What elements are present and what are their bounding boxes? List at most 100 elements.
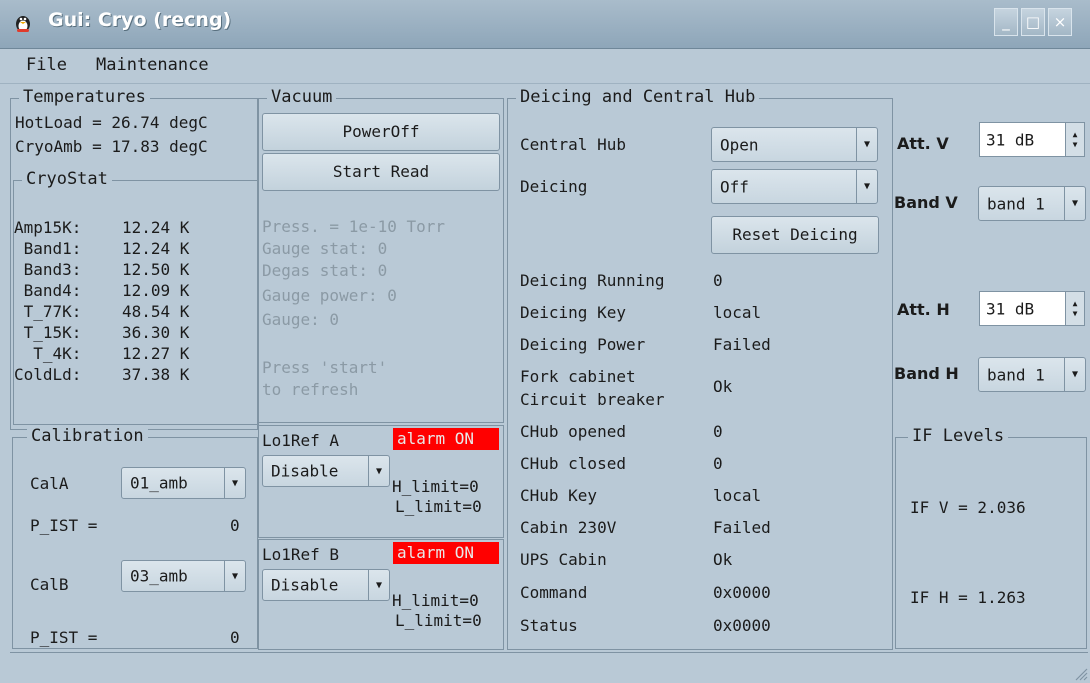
window-title: Gui: Cryo (recng): [48, 9, 232, 31]
ups-cabin-label: UPS Cabin: [520, 550, 607, 569]
chevron-down-icon: ▼: [224, 468, 245, 498]
status-bar-divider: [10, 652, 1088, 653]
lo1ref-a-label: Lo1Ref A: [262, 431, 340, 450]
cryostat-value: 12.50 K: [122, 260, 190, 279]
status-value: 0x0000: [713, 616, 771, 635]
cryostat-label: T_15K:: [14, 323, 82, 342]
chevron-down-icon: ▼: [368, 570, 389, 600]
deicing-power-value: Failed: [713, 335, 771, 354]
lo1ref-a-alarm-badge: alarm ON: [393, 428, 499, 450]
central-hub-value: Open: [720, 135, 759, 154]
menu-maintenance[interactable]: Maintenance: [96, 55, 209, 75]
cryostat-value: 12.27 K: [122, 344, 190, 363]
power-off-button[interactable]: PowerOff: [262, 113, 500, 151]
if-levels-title: IF Levels: [908, 426, 1009, 446]
chevron-down-icon: ▼: [856, 170, 877, 203]
lo1ref-b-mode-select[interactable]: Disable ▼: [262, 569, 390, 601]
vacuum-title: Vacuum: [267, 87, 337, 107]
central-hub-label: Central Hub: [520, 135, 626, 154]
app-penguin-icon: [16, 16, 30, 32]
fork-cabinet-value: Ok: [713, 377, 733, 396]
att-v-value: 31 dB: [986, 130, 1035, 149]
cal-a-select[interactable]: 01_amb ▼: [121, 467, 246, 499]
band-h-value: band 1: [987, 365, 1045, 384]
band-v-label: Band V: [894, 193, 958, 212]
lo1ref-b-mode-value: Disable: [271, 575, 339, 595]
menu-file[interactable]: File: [26, 55, 67, 75]
if-levels-group: IF Levels: [895, 426, 1087, 649]
central-hub-select[interactable]: Open ▼: [711, 127, 878, 162]
att-h-value: 31 dB: [986, 299, 1035, 318]
att-h-label: Att. H: [897, 300, 950, 319]
pressure-readout: Press. = 1e-10 Torr: [262, 217, 446, 236]
close-button[interactable]: ×: [1048, 8, 1072, 36]
hotload-readout: HotLoad = 26.74 degC: [15, 113, 208, 132]
p-ist-a-label: P_IST =: [30, 516, 98, 535]
cal-b-select[interactable]: 03_amb ▼: [121, 560, 246, 592]
cabin-230v-label: Cabin 230V: [520, 518, 617, 537]
cal-a-label: CalA: [30, 474, 69, 493]
spin-arrows-icon[interactable]: ▲ ▼: [1065, 292, 1084, 325]
command-value: 0x0000: [713, 583, 771, 602]
chub-key-label: CHub Key: [520, 486, 598, 505]
cryostat-label: ColdLd:: [14, 365, 82, 384]
gauge-power-readout: Gauge power: 0: [262, 286, 397, 305]
cryostat-label: Band1:: [14, 239, 82, 258]
lo1ref-a-l-limit: L_limit=0: [395, 497, 482, 516]
cryostat-value: 48.54 K: [122, 302, 190, 321]
deicing-running-label: Deicing Running: [520, 271, 665, 290]
lo1ref-b-l-limit: L_limit=0: [395, 611, 482, 630]
start-read-button[interactable]: Start Read: [262, 153, 500, 191]
cryostat-value: 12.09 K: [122, 281, 190, 300]
chub-closed-label: CHub closed: [520, 454, 626, 473]
band-v-select[interactable]: band 1 ▼: [978, 186, 1086, 221]
deicing-power-label: Deicing Power: [520, 335, 646, 354]
circuit-breaker-label: Circuit breaker: [520, 390, 665, 409]
chevron-down-icon: ▼: [368, 456, 389, 486]
cal-b-label: CalB: [30, 575, 69, 594]
band-h-label: Band H: [894, 364, 959, 383]
minimize-button[interactable]: _: [994, 8, 1018, 36]
chub-key-value: local: [713, 486, 762, 505]
cryostat-label: T_4K:: [14, 344, 82, 363]
spin-arrows-icon[interactable]: ▲ ▼: [1065, 123, 1084, 156]
resize-grip-icon[interactable]: [1072, 665, 1088, 681]
cryostat-label: Band4:: [14, 281, 82, 300]
deicing-key-value: local: [713, 303, 762, 322]
band-h-select[interactable]: band 1 ▼: [978, 357, 1086, 392]
lo1ref-b-h-limit: H_limit=0: [392, 591, 479, 610]
command-label: Command: [520, 583, 588, 602]
lo1ref-a-mode-select[interactable]: Disable ▼: [262, 455, 390, 487]
deicing-title: Deicing and Central Hub: [516, 87, 760, 107]
chub-opened-value: 0: [713, 422, 723, 441]
cryostat-value: 12.24 K: [122, 218, 190, 237]
p-ist-b-label: P_IST =: [30, 628, 98, 647]
reset-deicing-button[interactable]: Reset Deicing: [711, 216, 879, 254]
gauge-readout: Gauge: 0: [262, 310, 340, 329]
att-v-spinbox[interactable]: 31 dB ▲ ▼: [979, 122, 1085, 157]
temperatures-title: Temperatures: [19, 87, 150, 107]
gauge-stat-readout: Gauge stat: 0: [262, 239, 388, 258]
lo1ref-a-h-limit: H_limit=0: [392, 477, 479, 496]
att-v-label: Att. V: [897, 134, 949, 153]
if-v-readout: IF V = 2.036: [910, 498, 1026, 517]
chevron-down-icon: ▼: [856, 128, 877, 161]
cryoamb-readout: CryoAmb = 17.83 degC: [15, 137, 208, 156]
cryostat-label: Amp15K:: [14, 218, 82, 237]
cryostat-value: 37.38 K: [122, 365, 190, 384]
p-ist-a-value: 0: [230, 516, 240, 535]
cabin-230v-value: Failed: [713, 518, 771, 537]
chevron-down-icon: ▼: [224, 561, 245, 591]
cal-a-value: 01_amb: [130, 473, 188, 493]
maximize-button[interactable]: □: [1021, 8, 1045, 36]
if-h-readout: IF H = 1.263: [910, 588, 1026, 607]
deicing-value: Off: [720, 177, 749, 196]
chub-closed-value: 0: [713, 454, 723, 473]
deicing-select[interactable]: Off ▼: [711, 169, 878, 204]
lo1ref-a-mode-value: Disable: [271, 461, 339, 481]
att-h-spinbox[interactable]: 31 dB ▲ ▼: [979, 291, 1085, 326]
refresh-hint: Press 'start': [262, 358, 388, 377]
cryostat-value: 36.30 K: [122, 323, 190, 342]
lo1ref-b-label: Lo1Ref B: [262, 545, 340, 564]
degas-stat-readout: Degas stat: 0: [262, 261, 388, 280]
